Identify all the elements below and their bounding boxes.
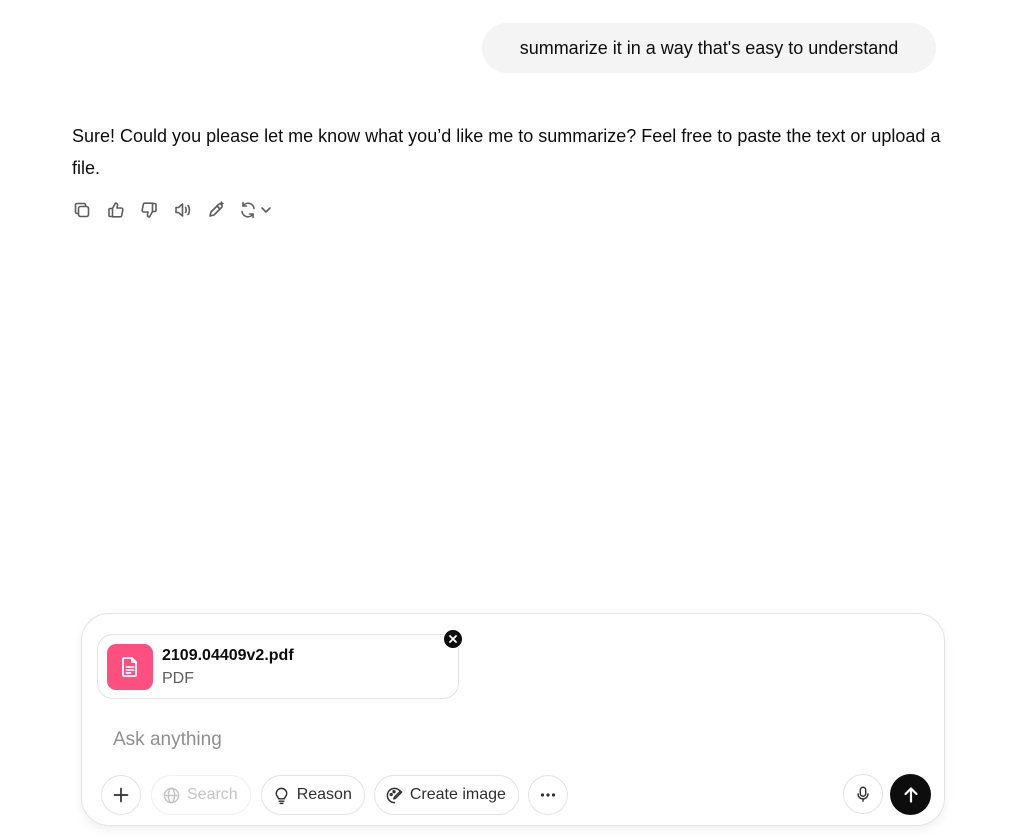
good-response-button[interactable] xyxy=(104,198,128,222)
chat-page: summarize it in a way that's easy to und… xyxy=(0,0,1009,837)
file-name: 2109.04409v2.pdf xyxy=(162,647,294,664)
user-message-bubble: summarize it in a way that's easy to und… xyxy=(482,23,936,73)
arrow-up-icon xyxy=(903,786,918,803)
message-actions xyxy=(70,198,273,222)
palette-icon xyxy=(386,787,403,803)
thumbs-down-icon xyxy=(141,202,157,218)
file-tile xyxy=(107,644,153,690)
regenerate-icon xyxy=(240,201,255,219)
file-attachment[interactable]: 2109.04409v2.pdf PDF xyxy=(97,634,459,699)
add-attachment-button[interactable] xyxy=(101,775,141,815)
close-icon xyxy=(449,635,457,643)
assistant-message: Sure! Could you please let me know what … xyxy=(72,126,941,178)
more-icon xyxy=(540,793,556,797)
document-icon xyxy=(122,657,137,677)
reason-button[interactable]: Reason xyxy=(260,775,365,815)
thumbs-up-icon xyxy=(107,202,124,218)
send-button[interactable] xyxy=(890,774,931,815)
composer: 2109.04409v2.pdf PDF Search xyxy=(81,613,945,826)
search-label: Search xyxy=(187,786,238,803)
create-image-label: Create image xyxy=(409,786,506,803)
lightbulb-icon xyxy=(275,787,288,804)
read-aloud-icon xyxy=(174,203,190,217)
plus-icon xyxy=(113,787,129,803)
copy-icon xyxy=(74,202,90,218)
edit-icon xyxy=(209,201,224,217)
microphone-icon xyxy=(857,786,869,802)
regenerate-button[interactable] xyxy=(238,200,273,220)
copy-button[interactable] xyxy=(70,198,94,222)
remove-attachment-button[interactable] xyxy=(443,629,463,649)
create-image-button[interactable]: Create image xyxy=(373,775,519,815)
edit-in-canvas-button[interactable] xyxy=(204,198,228,222)
read-aloud-button[interactable] xyxy=(171,198,195,222)
dictate-button[interactable] xyxy=(843,774,883,814)
search-button[interactable]: Search xyxy=(151,775,251,815)
bad-response-button[interactable] xyxy=(137,198,161,222)
composer-toolbar: Search Reason Create image xyxy=(101,774,568,816)
user-message-text: summarize it in a way that's easy to und… xyxy=(519,38,899,58)
globe-icon xyxy=(163,787,180,803)
reason-label: Reason xyxy=(296,786,352,803)
prompt-input[interactable] xyxy=(113,725,813,755)
chevron-down-icon xyxy=(260,207,271,213)
more-tools-button[interactable] xyxy=(527,775,568,815)
file-type: PDF xyxy=(162,670,194,687)
